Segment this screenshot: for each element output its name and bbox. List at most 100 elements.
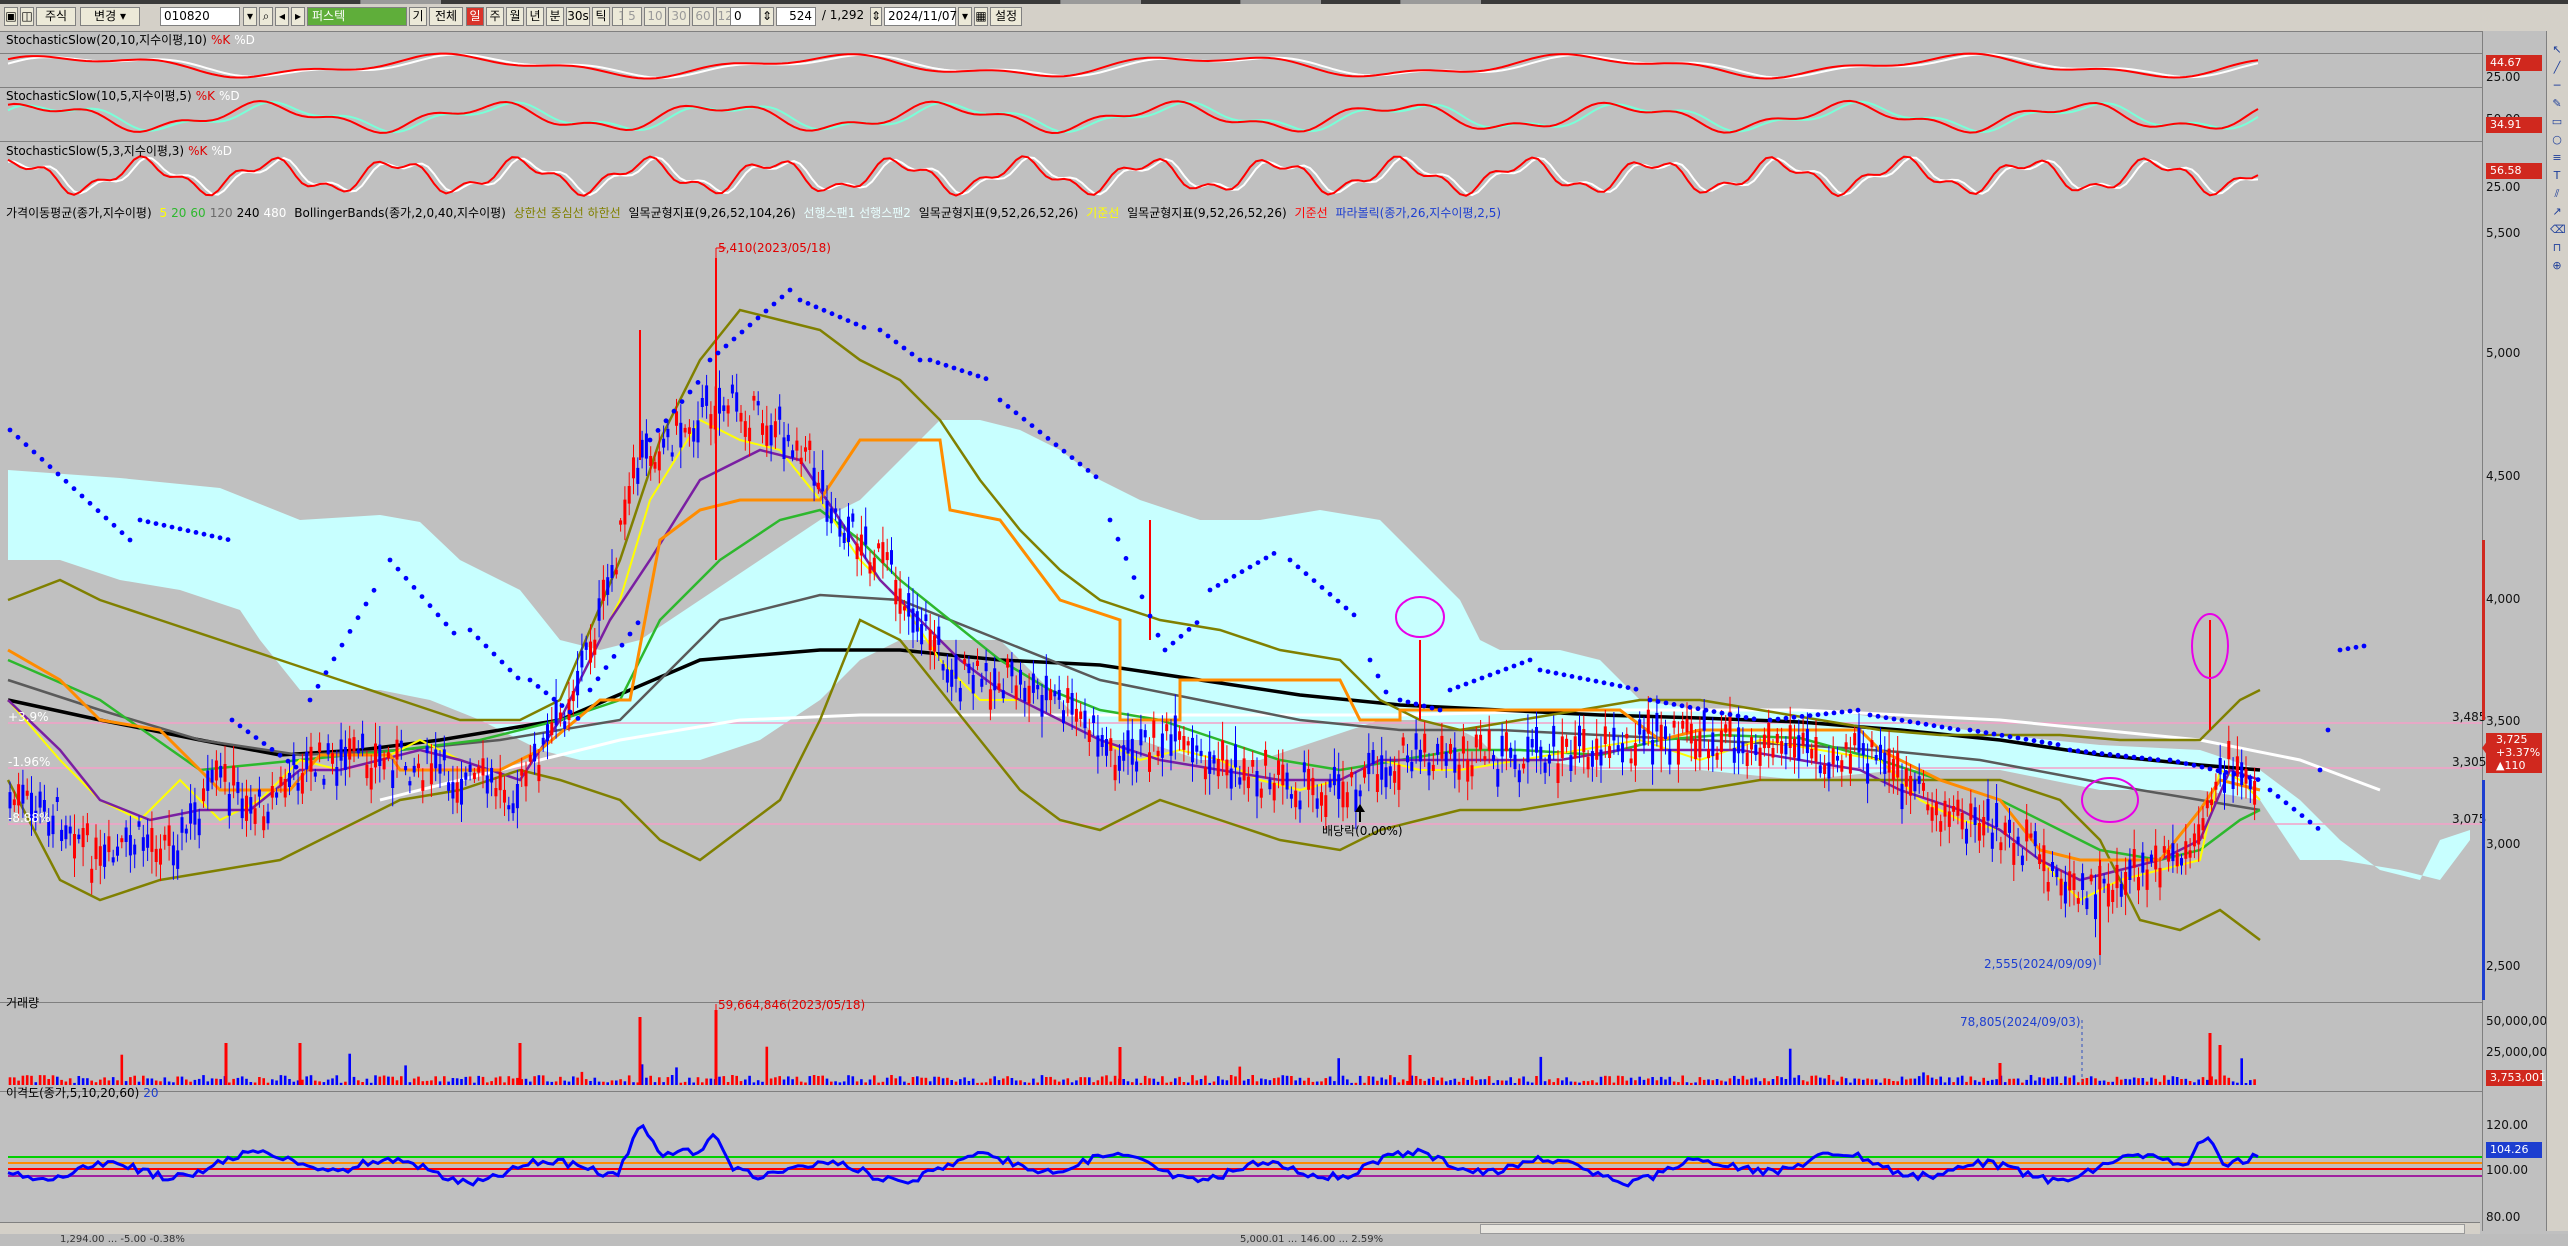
volume-bar	[2012, 1078, 2016, 1085]
candle-body	[1143, 730, 1147, 738]
sar-dot	[1029, 423, 1035, 428]
sar-dot	[1287, 557, 1293, 563]
candle-body	[705, 385, 709, 406]
candle-body	[279, 776, 283, 787]
sar-dot	[885, 333, 891, 339]
volume-bar	[1806, 1081, 1809, 1085]
ichi3-legend-lines: 기준선	[1294, 206, 1328, 220]
sar-dot	[2231, 771, 2237, 777]
candle-body	[1741, 742, 1745, 754]
sar-dot	[559, 703, 565, 708]
volume-bar	[1548, 1079, 1551, 1085]
volume-bar	[473, 1082, 476, 1085]
volume-bar	[1831, 1079, 1835, 1085]
volume-bar	[670, 1075, 674, 1085]
candle-body	[1719, 730, 1723, 752]
candle-body	[141, 837, 145, 851]
rect-tool-icon[interactable]: ▭	[2550, 115, 2564, 129]
volume-bar	[314, 1080, 317, 1085]
sar-dot	[647, 437, 653, 443]
candle-body	[94, 837, 98, 860]
volume-bar	[1879, 1082, 1882, 1085]
pencil-tool-icon[interactable]: ✎	[2550, 97, 2564, 111]
sar-dot	[1891, 716, 1897, 722]
sar-dot	[707, 357, 713, 363]
sar-dot	[2067, 747, 2073, 753]
sar-dot	[2255, 777, 2261, 782]
channel-tool-icon[interactable]: ⫽	[2550, 187, 2564, 201]
cursor-tool-icon[interactable]: ↖	[2550, 43, 2564, 57]
magnet-tool-icon[interactable]: ⊓	[2550, 241, 2564, 255]
sar-dot	[2083, 749, 2089, 755]
candle-body	[653, 462, 657, 469]
sar-dot	[1223, 578, 1229, 584]
sar-dot	[1503, 666, 1509, 672]
circle-tool-icon[interactable]: ○	[2550, 133, 2564, 147]
volume-bar	[1715, 1079, 1719, 1085]
sar-dot	[1194, 620, 1200, 625]
candle-body	[1315, 798, 1319, 809]
volume-bar	[185, 1079, 188, 1085]
candle-body	[1393, 771, 1397, 783]
hline-tool-icon[interactable]: ─	[2550, 79, 2564, 93]
level-label-text: 3,305	[2452, 755, 2487, 769]
candle-body	[1702, 710, 1706, 731]
volume-bar	[1427, 1078, 1431, 1085]
sar-dot	[731, 336, 737, 342]
sar-dot	[1375, 673, 1381, 679]
candle-body	[326, 743, 330, 755]
volume-bar	[1290, 1076, 1293, 1085]
candle-body	[98, 846, 102, 866]
volume-bar	[1277, 1077, 1280, 1085]
candle-body	[1105, 739, 1108, 756]
volume-bar	[1143, 1075, 1147, 1085]
scrollbar-thumb[interactable]	[1480, 1224, 2465, 1234]
candle-body	[855, 543, 859, 560]
sar-dot	[1633, 686, 1639, 692]
candle-body	[485, 775, 489, 794]
arrow-tool-icon[interactable]: ↗	[2550, 205, 2564, 219]
sar-dot	[355, 615, 361, 621]
volume-bar	[567, 1081, 571, 1085]
eraser-tool-icon[interactable]: ⌫	[2550, 223, 2566, 237]
volume-bar	[1251, 1075, 1254, 1085]
sar-dot	[1601, 680, 1607, 686]
candle-body	[765, 425, 769, 446]
chart-canvas[interactable]	[0, 0, 2482, 1222]
volume-bar	[219, 1079, 222, 1085]
volume-bar	[1268, 1080, 1272, 1085]
candle-body	[911, 608, 915, 633]
candle-body	[1500, 735, 1504, 757]
volume-bar	[2021, 1082, 2024, 1085]
fibo-tool-icon[interactable]: ≡	[2550, 151, 2564, 165]
candle-body	[2149, 854, 2153, 862]
candle-body	[245, 795, 248, 821]
candle-body	[636, 467, 640, 484]
volume-bar	[361, 1082, 364, 1085]
candle-body	[902, 606, 906, 611]
text-tool-icon[interactable]: T	[2550, 169, 2564, 183]
candle-body	[1969, 803, 1973, 820]
sar-dot	[127, 537, 133, 543]
volume-bar	[378, 1076, 382, 1085]
volume-bar	[1801, 1080, 1805, 1085]
line-tool-icon[interactable]: ╱	[2550, 61, 2564, 75]
candle-body	[2180, 858, 2183, 866]
candle-body	[1492, 755, 1495, 762]
candle-body	[1711, 732, 1715, 756]
volume-bar	[232, 1078, 235, 1085]
zoom-tool-icon[interactable]: ⊕	[2550, 259, 2564, 273]
volume-bar	[2085, 1078, 2089, 1085]
volume-bar	[1948, 1077, 1951, 1085]
candle-body	[464, 772, 468, 780]
candle-body	[1173, 715, 1177, 742]
candle-body	[2162, 846, 2166, 853]
candle-body	[812, 467, 816, 486]
drawing-tool-strip: ↖ ╱ ─ ✎ ▭ ○ ≡ T ⫽ ↗ ⌫ ⊓ ⊕	[2546, 31, 2568, 1231]
status-bar: 1,294.00 ... -5.00 -0.38% 5,000.01 ... 1…	[0, 1234, 2568, 1246]
sar-dot	[39, 456, 45, 462]
candle-body	[103, 844, 107, 867]
candle-body	[1001, 690, 1005, 699]
volume-bar	[2102, 1080, 2106, 1085]
volume-bar	[1552, 1082, 1555, 1085]
